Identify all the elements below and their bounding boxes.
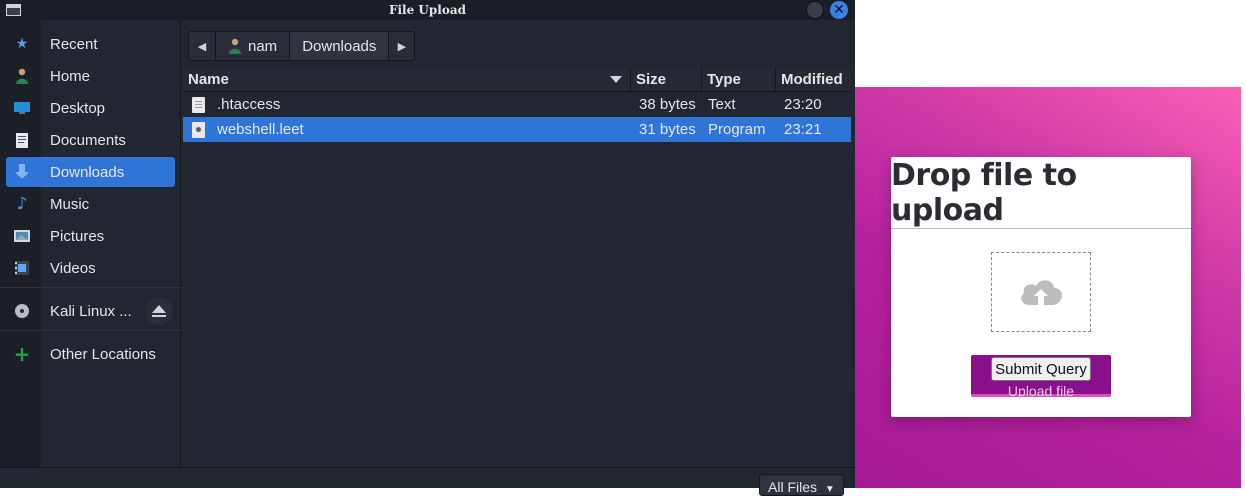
- path-segment-home[interactable]: nam: [215, 32, 289, 60]
- music-icon: ♪: [16, 194, 28, 214]
- sidebar-item-recent[interactable]: ★ Recent: [6, 29, 175, 59]
- upload-file-button[interactable]: Submit Query Upload file: [971, 355, 1111, 399]
- sidebar-item-label: Home: [50, 67, 91, 85]
- path-forward-button[interactable]: ▶: [388, 32, 414, 60]
- dialog-bottom-bar: All Files ▼: [0, 467, 855, 496]
- column-header-modified[interactable]: Modified: [776, 68, 851, 91]
- text-file-icon: [192, 96, 205, 113]
- column-header-size[interactable]: Size: [631, 68, 702, 91]
- sidebar-item-label: Music: [50, 195, 90, 213]
- column-header-label: Size: [636, 71, 667, 88]
- close-button[interactable]: ✕: [830, 1, 848, 19]
- chevron-down-icon: ▼: [824, 484, 835, 495]
- sidebar-item-label: Documents: [50, 131, 126, 149]
- path-segment-label: nam: [248, 37, 278, 55]
- sidebar-item-other-locations[interactable]: + Other Locations: [6, 339, 175, 369]
- sidebar-item-home[interactable]: Home: [6, 61, 175, 91]
- file-type: Text: [708, 96, 736, 113]
- web-page: Drop file to upload Submit Query Upload …: [855, 0, 1245, 488]
- sidebar-item-label: Recent: [50, 35, 98, 53]
- sidebar-item-pictures[interactable]: Pictures: [6, 221, 175, 251]
- eject-icon: [152, 305, 166, 317]
- sidebar-separator: [0, 330, 181, 331]
- download-icon: [14, 164, 30, 180]
- path-bar: ◀ nam Downloads ▶: [188, 31, 416, 61]
- cloud-upload-icon: [1021, 280, 1062, 305]
- file-name: .htaccess: [217, 96, 281, 113]
- disc-icon: [14, 303, 30, 319]
- column-header-type[interactable]: Type: [702, 68, 776, 91]
- file-row[interactable]: .htaccess 38 bytes Text 23:20: [183, 92, 851, 117]
- close-icon: ✕: [833, 2, 845, 18]
- sidebar-item-label: Desktop: [50, 99, 106, 117]
- path-segment-label: Downloads: [302, 37, 377, 55]
- sidebar-item-desktop[interactable]: Desktop: [6, 93, 175, 123]
- column-header-label: Type: [707, 71, 741, 88]
- column-header-label: Modified: [781, 71, 843, 88]
- sidebar-item-documents[interactable]: Documents: [6, 125, 175, 155]
- page-background: Drop file to upload Submit Query Upload …: [855, 87, 1241, 488]
- places-sidebar: ★ Recent Home Desktop Documents Download…: [0, 20, 181, 468]
- path-back-button[interactable]: ◀: [189, 32, 215, 60]
- videos-icon: [14, 260, 30, 276]
- file-type: Program: [708, 121, 766, 138]
- submit-query-button[interactable]: Submit Query: [991, 357, 1091, 381]
- sidebar-item-label: Downloads: [50, 163, 125, 181]
- upload-file-label[interactable]: Upload file: [971, 383, 1111, 399]
- file-list-header: Name Size Type Modified: [183, 68, 851, 92]
- upload-heading: Drop file to upload: [891, 157, 1191, 229]
- sidebar-item-label: Kali Linux ...: [50, 302, 132, 320]
- sidebar-item-music[interactable]: ♪ Music: [6, 189, 175, 219]
- desktop-icon: [14, 100, 30, 116]
- sidebar-item-label: Pictures: [50, 227, 105, 245]
- sort-descending-icon: [610, 76, 622, 83]
- column-header-label: Name: [188, 71, 229, 88]
- sidebar-separator: [0, 287, 181, 288]
- file-list: Name Size Type Modified .htaccess 38 byt…: [183, 68, 851, 468]
- file-modified: 23:21: [784, 121, 822, 138]
- star-icon: ★: [15, 36, 29, 52]
- executable-file-icon: [192, 121, 205, 138]
- eject-button[interactable]: [145, 297, 173, 325]
- sidebar-item-videos[interactable]: Videos: [6, 253, 175, 283]
- file-filter-dropdown[interactable]: All Files ▼: [759, 474, 844, 496]
- chevron-left-icon: ◀: [197, 39, 207, 53]
- plus-icon: +: [13, 342, 31, 366]
- sidebar-item-label: Videos: [50, 259, 96, 277]
- file-upload-dialog: File Upload ✕ ★ Recent Home Desktop Docu…: [0, 0, 855, 496]
- sidebar-item-kali-linux[interactable]: Kali Linux ...: [6, 296, 175, 326]
- upload-card: Drop file to upload Submit Query Upload …: [891, 157, 1191, 417]
- pictures-icon: [14, 228, 30, 244]
- column-header-name[interactable]: Name: [183, 68, 631, 91]
- sidebar-item-downloads[interactable]: Downloads: [6, 157, 175, 187]
- drop-zone[interactable]: [991, 252, 1091, 332]
- chevron-right-icon: ▶: [397, 39, 407, 53]
- sidebar-item-label: Other Locations: [50, 345, 156, 363]
- file-row[interactable]: webshell.leet 31 bytes Program 23:21: [183, 117, 851, 142]
- file-modified: 23:20: [784, 96, 822, 113]
- file-size: 31 bytes: [639, 121, 696, 138]
- file-name: webshell.leet: [217, 121, 304, 138]
- file-size: 38 bytes: [639, 96, 696, 113]
- dialog-titlebar[interactable]: File Upload ✕: [0, 0, 855, 20]
- window-menu-icon[interactable]: [6, 4, 21, 16]
- file-filter-label: All Files: [768, 479, 818, 495]
- home-icon: [229, 38, 241, 54]
- minimize-button[interactable]: [806, 1, 824, 19]
- path-segment-downloads[interactable]: Downloads: [289, 32, 389, 60]
- documents-icon: [14, 132, 30, 148]
- home-icon: [14, 68, 30, 84]
- dialog-title: File Upload: [388, 3, 467, 17]
